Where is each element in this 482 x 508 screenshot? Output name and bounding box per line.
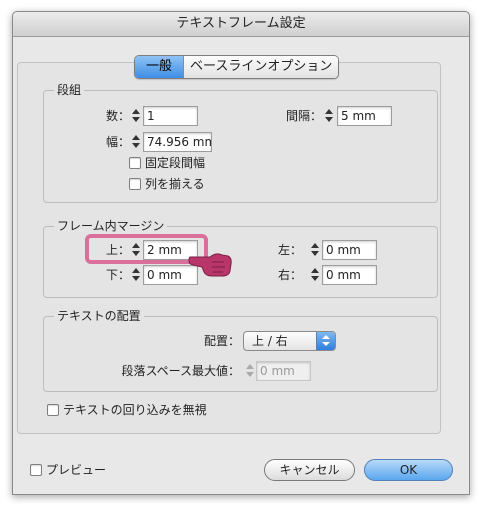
gutter-label: 間隔： — [285, 109, 322, 123]
align-select[interactable]: 上 / 右 — [243, 331, 336, 351]
columns-width-label: 幅： — [105, 135, 130, 149]
inset-left-stepper[interactable] — [310, 240, 320, 260]
ignore-wrap-checkbox[interactable] — [47, 404, 59, 416]
inset-top-stepper[interactable] — [131, 240, 141, 260]
inset-right-stepper[interactable] — [310, 265, 320, 285]
preview-label: プレビュー — [46, 463, 107, 477]
vertical-legend: テキストの配置 — [54, 308, 144, 324]
tab-general[interactable]: 一般 — [135, 56, 185, 78]
cancel-button[interactable]: キャンセル — [264, 459, 355, 481]
fixed-width-checkbox[interactable] — [129, 157, 141, 169]
align-select-value: 上 / 右 — [252, 334, 288, 348]
inset-legend: フレーム内マージン — [54, 218, 168, 234]
inset-top-label: 上： — [105, 243, 130, 257]
paragraph-spacing-field: 0 mm — [256, 361, 311, 381]
gutter-field[interactable]: 5 mm — [337, 106, 392, 126]
columns-number-stepper[interactable] — [131, 106, 141, 126]
columns-number-label: 数： — [105, 109, 130, 123]
inset-right-field[interactable]: 0 mm — [322, 265, 377, 285]
dialog-title: テキストフレーム設定 — [13, 12, 469, 37]
columns-legend: 段組 — [54, 82, 85, 98]
columns-width-field[interactable]: 74.956 mm — [143, 132, 212, 152]
inset-left-field[interactable]: 0 mm — [322, 240, 377, 260]
inset-bottom-stepper[interactable] — [131, 265, 141, 285]
balance-columns-label: 列を揃える — [145, 177, 205, 191]
paragraph-spacing-label: 段落スペース最大値： — [121, 364, 240, 378]
gutter-stepper[interactable] — [324, 106, 334, 126]
inset-left-label: 左： — [277, 243, 302, 257]
tab-bar: 一般 ベースラインオプション — [134, 55, 340, 79]
pointing-hand-icon — [188, 253, 232, 277]
fixed-width-label: 固定段間幅 — [145, 156, 206, 170]
balance-columns-checkbox[interactable] — [129, 178, 141, 190]
paragraph-spacing-stepper — [245, 361, 255, 381]
columns-number-field[interactable]: 1 — [143, 106, 198, 126]
ignore-wrap-label: テキストの回り込みを無視 — [63, 403, 207, 417]
inset-bottom-label: 下： — [105, 268, 130, 282]
chevron-updown-icon — [316, 332, 335, 350]
columns-width-stepper[interactable] — [131, 132, 141, 152]
tab-baseline-options[interactable]: ベースラインオプション — [184, 56, 339, 78]
inset-right-label: 右： — [277, 268, 302, 282]
preview-checkbox[interactable] — [30, 464, 42, 476]
ok-button[interactable]: OK — [364, 459, 453, 481]
align-label: 配置： — [203, 334, 240, 348]
